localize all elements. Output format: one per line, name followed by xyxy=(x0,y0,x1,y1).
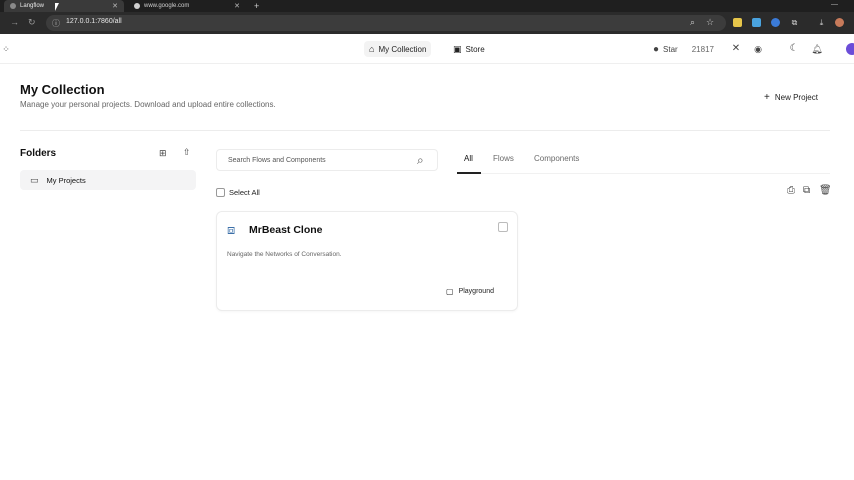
duplicate-icon[interactable]: ⧉ xyxy=(803,185,810,196)
browser-tab-label: Langflow xyxy=(20,3,45,9)
home-icon: ⌂ xyxy=(369,44,375,54)
nav-store-label: Store xyxy=(465,44,485,54)
flow-card-icon: ⧈ xyxy=(227,222,236,237)
github-star-label: Star xyxy=(663,44,678,54)
github-icon: ● xyxy=(653,43,660,55)
select-all-label: Select All xyxy=(229,188,260,197)
mouse-cursor-icon xyxy=(55,3,59,11)
github-star-count: 21817 xyxy=(691,44,714,54)
tab-components[interactable]: Components xyxy=(534,154,579,163)
browser-tab-google[interactable]: www.google.com ✕ xyxy=(128,0,246,12)
new-project-button[interactable]: + New Project xyxy=(758,89,824,105)
extension-circle-icon[interactable] xyxy=(771,18,780,27)
extensions-puzzle-icon[interactable]: ⧉ xyxy=(790,18,799,27)
flow-card-checkbox[interactable] xyxy=(498,222,508,232)
select-all-checkbox[interactable] xyxy=(216,188,225,197)
browser-tab-langflow[interactable]: Langflow ✕ xyxy=(4,0,124,12)
app-header: ⁘ ⌂ My Collection ▣ Store ● Star 21817 ✕… xyxy=(0,34,854,64)
discord-icon[interactable]: ◉ xyxy=(752,43,764,55)
search-icon[interactable]: ⌕ xyxy=(417,153,424,168)
browser-tab-bar: Langflow ✕ www.google.com ✕ + — xyxy=(0,0,854,12)
page-title: My Collection xyxy=(20,82,105,97)
github-star-button[interactable]: ● Star 21817 xyxy=(648,41,719,57)
back-arrow-icon[interactable]: → xyxy=(10,17,19,27)
url-text: 127.0.0.1:7860/all xyxy=(66,18,122,25)
notifications-bell-icon[interactable]: 🔔︎ xyxy=(811,43,823,55)
upload-icon[interactable]: ⇧ xyxy=(183,147,191,158)
profile-avatar-icon[interactable] xyxy=(835,18,844,27)
search-placeholder: Search Flows and Components xyxy=(228,157,326,164)
header-divider xyxy=(20,130,830,131)
playground-label: Playground xyxy=(458,288,494,295)
flow-card-title: MrBeast Clone xyxy=(249,224,323,236)
delete-trash-icon[interactable]: 🗑︎ xyxy=(819,185,832,196)
zoom-icon[interactable]: ⌕ xyxy=(690,17,695,28)
folders-title: Folders xyxy=(20,148,57,159)
close-tab-icon[interactable]: ✕ xyxy=(112,2,118,10)
x-twitter-icon[interactable]: ✕ xyxy=(730,43,742,55)
flow-card[interactable]: ⧈ MrBeast Clone Navigate the Networks of… xyxy=(216,211,518,311)
active-tab-indicator xyxy=(457,172,481,174)
chat-bubble-icon: ▢ xyxy=(446,287,454,296)
extension-yellow-icon[interactable] xyxy=(733,18,742,27)
minimize-window-icon[interactable]: — xyxy=(831,1,838,8)
url-field[interactable]: ⓘ 127.0.0.1:7860/all ⌕ ☆ xyxy=(46,15,726,31)
download-file-icon[interactable]: ⎙ xyxy=(787,185,795,196)
langflow-logo-icon[interactable]: ⁘ xyxy=(0,43,12,55)
store-icon: ▣ xyxy=(453,43,462,54)
add-folder-icon[interactable]: ⊞ xyxy=(159,148,167,159)
tab-all[interactable]: All xyxy=(464,154,473,163)
reload-icon[interactable]: ↻ xyxy=(28,17,36,28)
site-info-icon[interactable]: ⓘ xyxy=(52,18,60,29)
bookmark-star-icon[interactable]: ☆ xyxy=(706,17,714,28)
tab-flows[interactable]: Flows xyxy=(493,154,514,163)
browser-tab-label: www.google.com xyxy=(144,3,190,9)
plus-icon: + xyxy=(764,91,770,103)
search-input[interactable]: Search Flows and Components ⌕ xyxy=(216,149,438,171)
nav-my-collection[interactable]: ⌂ My Collection xyxy=(364,41,432,57)
extension-blue-icon[interactable] xyxy=(752,18,761,27)
flow-card-description: Navigate the Networks of Conversation. xyxy=(227,251,342,258)
sidebar-item-label: My Projects xyxy=(46,175,86,185)
new-project-label: New Project xyxy=(774,92,818,102)
dark-mode-moon-icon[interactable]: ☾ xyxy=(788,43,800,55)
user-avatar[interactable] xyxy=(846,43,854,55)
folder-icon: ▭ xyxy=(30,174,39,185)
download-icon[interactable]: ⤓ xyxy=(817,18,826,27)
langflow-favicon-icon xyxy=(10,3,16,9)
google-favicon-icon xyxy=(134,3,140,9)
nav-store[interactable]: ▣ Store xyxy=(448,41,490,57)
browser-address-bar: → ↻ ⓘ 127.0.0.1:7860/all ⌕ ☆ ⧉ ⤓ xyxy=(0,12,854,34)
playground-button[interactable]: ▢ Playground xyxy=(446,287,494,296)
nav-my-collection-label: My Collection xyxy=(378,44,427,54)
sidebar-item-my-projects[interactable]: ▭ My Projects xyxy=(20,170,196,190)
tabs-rule xyxy=(457,173,830,174)
page-subtitle: Manage your personal projects. Download … xyxy=(20,100,276,109)
new-tab-button[interactable]: + xyxy=(250,0,264,12)
close-tab-icon[interactable]: ✕ xyxy=(234,2,240,10)
